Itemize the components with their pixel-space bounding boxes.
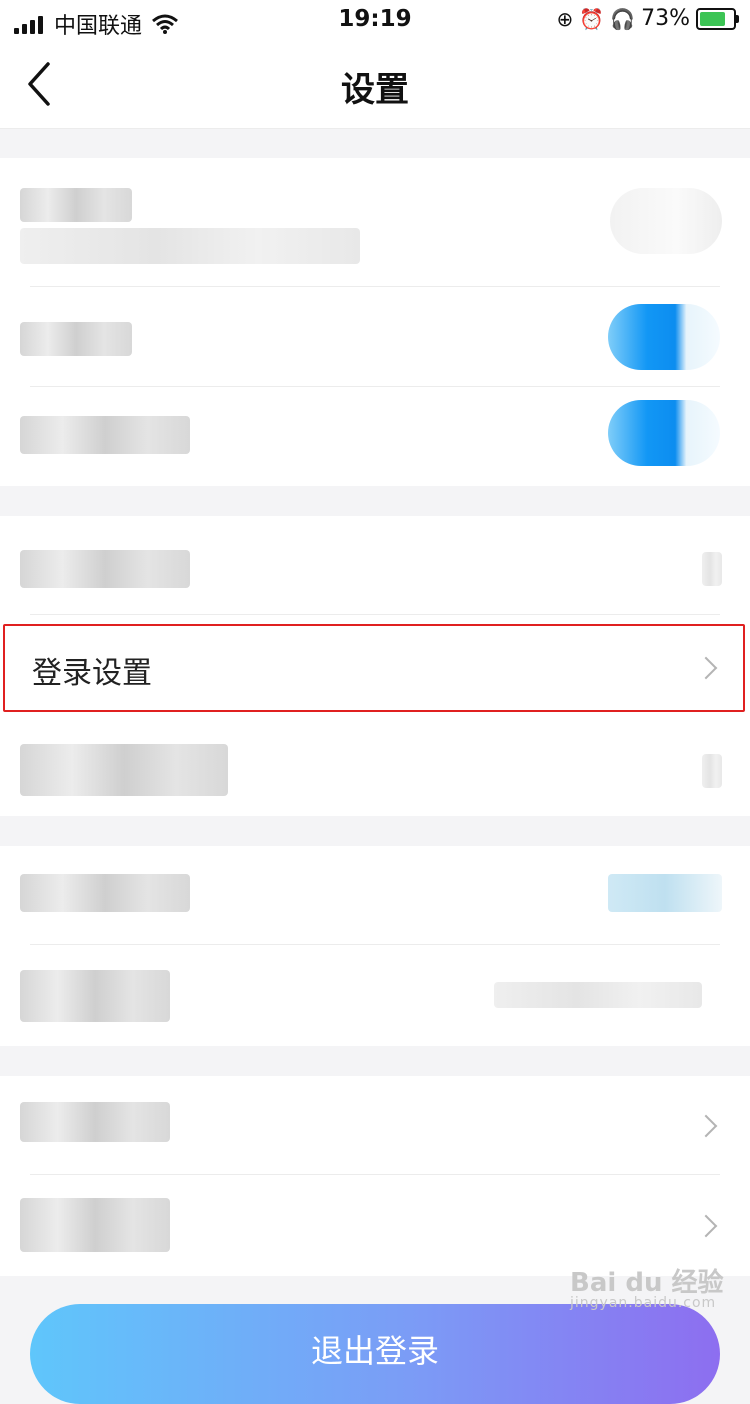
baidu-watermark: Bai du 经验 jingyan.baidu.com <box>570 1262 724 1311</box>
divider <box>30 944 720 945</box>
settings-section-4 <box>0 1076 750 1276</box>
blurred-label <box>20 744 228 796</box>
settings-row-blurred-6[interactable] <box>0 846 750 944</box>
rotation-lock-icon: ⊕ <box>556 6 574 31</box>
blurred-value <box>608 874 722 912</box>
alarm-icon: ⏰ <box>579 6 605 31</box>
toggle-switch-on[interactable] <box>608 304 720 370</box>
settings-row-blurred-1[interactable] <box>0 158 750 286</box>
blurred-title <box>20 188 132 222</box>
settings-row-blurred-9[interactable] <box>0 1176 750 1276</box>
blurred-value <box>494 982 702 1008</box>
blurred-chevron <box>702 754 722 788</box>
battery-icon <box>696 7 739 30</box>
settings-row-blurred-5[interactable] <box>0 716 750 816</box>
battery-percent: 73% <box>641 6 690 31</box>
blurred-label <box>20 1102 170 1142</box>
logout-label: 退出登录 <box>310 1332 439 1370</box>
blurred-label <box>20 416 190 454</box>
settings-section-1 <box>0 158 750 486</box>
divider <box>30 1174 720 1175</box>
settings-row-blurred-2[interactable] <box>0 286 750 386</box>
settings-section-3 <box>0 846 750 1046</box>
settings-row-blurred-8[interactable] <box>0 1076 750 1174</box>
chevron-right-icon <box>694 1114 718 1138</box>
watermark-main: Bai du 经验 <box>570 1268 724 1298</box>
headphones-icon: 🎧 <box>610 6 636 31</box>
blurred-chevron <box>702 552 722 586</box>
blurred-label <box>20 1198 170 1252</box>
status-bar: 中国联通 19:19 ⊕ ⏰ 🎧 73% <box>0 0 750 40</box>
toggle-switch[interactable] <box>610 188 722 254</box>
settings-row-blurred-4[interactable] <box>0 516 750 614</box>
page-title: 设置 <box>341 70 409 110</box>
watermark-sub: jingyan.baidu.com <box>570 1295 717 1311</box>
chevron-right-icon <box>694 1214 718 1238</box>
highlight-box <box>3 624 745 712</box>
status-right: ⊕ ⏰ 🎧 73% <box>551 6 739 31</box>
divider <box>30 614 720 615</box>
toggle-switch-on[interactable] <box>608 400 720 466</box>
blurred-label <box>20 970 170 1022</box>
blurred-subtitle <box>20 228 360 264</box>
blurred-label <box>20 322 132 356</box>
blurred-label <box>20 874 190 912</box>
logout-button[interactable]: 退出登录 <box>30 1304 720 1404</box>
settings-row-blurred-7[interactable] <box>0 946 750 1046</box>
nav-bar: 设置 <box>0 40 750 129</box>
settings-row-blurred-3[interactable] <box>0 386 750 486</box>
blurred-label <box>20 550 190 588</box>
